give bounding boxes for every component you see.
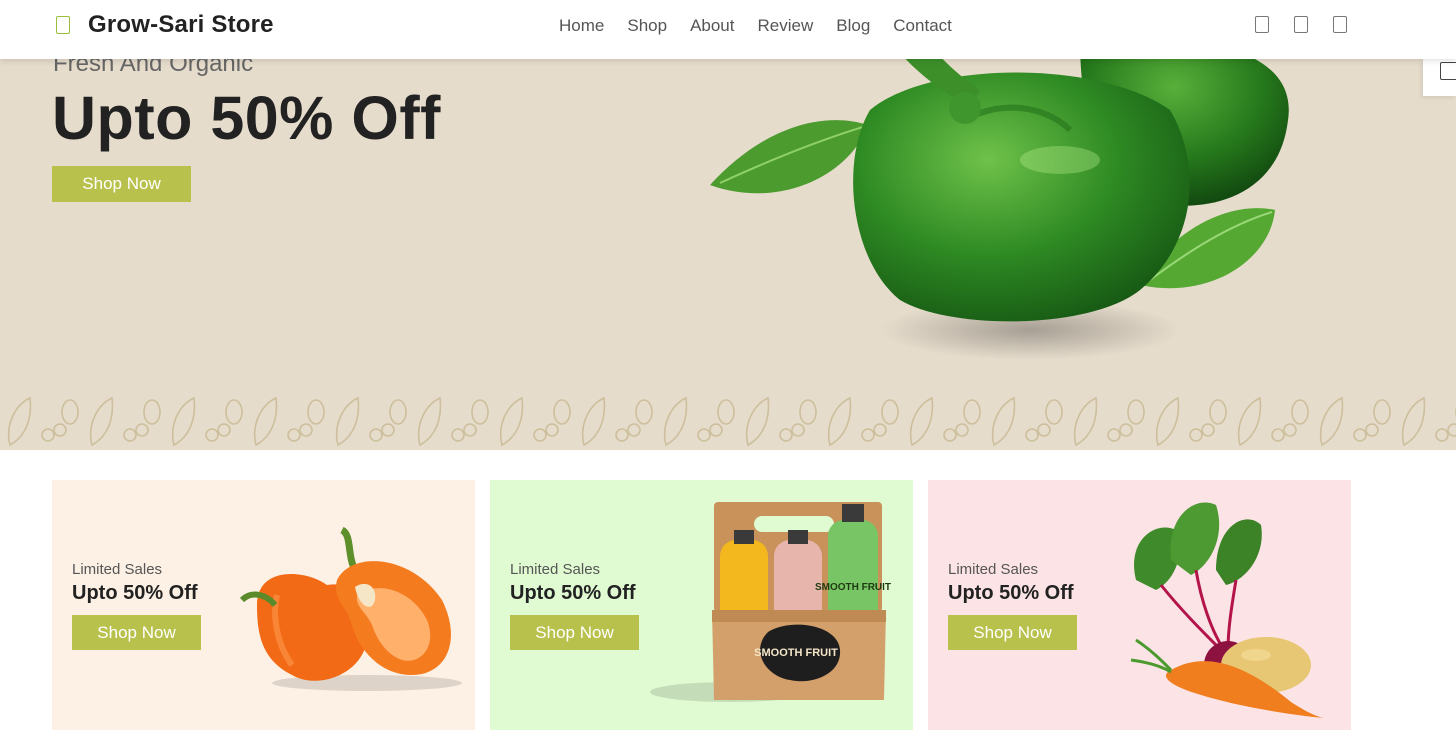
- banner-subtitle: Limited Sales: [510, 561, 601, 578]
- cart-icon[interactable]: [1294, 16, 1308, 33]
- promo-banner-root-vegetables: Limited Sales Upto 50% Off Shop Now: [928, 480, 1351, 730]
- banner-title: Upto 50% Off: [948, 582, 1074, 604]
- nav-about-link[interactable]: About: [690, 16, 734, 36]
- orange-pepper-image: [239, 526, 462, 691]
- store-icon: [56, 16, 70, 34]
- hero-section: Fresh And Organic Upto 50% Off Shop Now: [0, 0, 1456, 450]
- beetroot-carrot-potato-image: [1130, 502, 1326, 718]
- side-panel-toggle[interactable]: [1423, 59, 1456, 96]
- site-header: Grow-Sari Store Home Shop About Review B…: [0, 0, 1456, 59]
- menu-icon[interactable]: [1255, 16, 1269, 33]
- nav-home-link[interactable]: Home: [559, 16, 604, 36]
- banner-subtitle: Limited Sales: [948, 561, 1039, 578]
- promo-banner-vegetables: Limited Sales Upto 50% Off Shop Now: [52, 480, 475, 730]
- promo-banner-smoothies: Limited Sales Upto 50% Off Shop Now SMOO…: [490, 480, 913, 730]
- hero-title: Upto 50% Off: [52, 84, 441, 152]
- bottle-label: SMOOTH FRUIT: [815, 582, 891, 593]
- settings-icon: [1440, 62, 1456, 80]
- brand-name: Grow-Sari Store: [88, 11, 274, 38]
- banner-shop-now-button[interactable]: Shop Now: [948, 615, 1077, 650]
- main-nav: Home Shop About Review Blog Contact: [559, 16, 952, 36]
- header-icons: [1255, 16, 1347, 33]
- nav-review-link[interactable]: Review: [758, 16, 814, 36]
- carrier-label: SMOOTH FRUIT: [754, 647, 838, 659]
- banner-title: Upto 50% Off: [72, 582, 198, 604]
- brand-logo[interactable]: Grow-Sari Store: [52, 11, 274, 39]
- nav-blog-link[interactable]: Blog: [836, 16, 870, 36]
- banner-shop-now-button[interactable]: Shop Now: [510, 615, 639, 650]
- banner-title: Upto 50% Off: [510, 582, 636, 604]
- smoothie-bottles-image: SMOOTH FRUIT SMOOTH FRUIT: [650, 502, 891, 702]
- leaf-pattern-decoration: [8, 396, 1456, 447]
- nav-contact-link[interactable]: Contact: [893, 16, 952, 36]
- user-icon[interactable]: [1333, 16, 1347, 33]
- hero-shop-now-button[interactable]: Shop Now: [52, 166, 191, 202]
- nav-shop-link[interactable]: Shop: [627, 16, 667, 36]
- banner-shop-now-button[interactable]: Shop Now: [72, 615, 201, 650]
- banner-subtitle: Limited Sales: [72, 561, 163, 578]
